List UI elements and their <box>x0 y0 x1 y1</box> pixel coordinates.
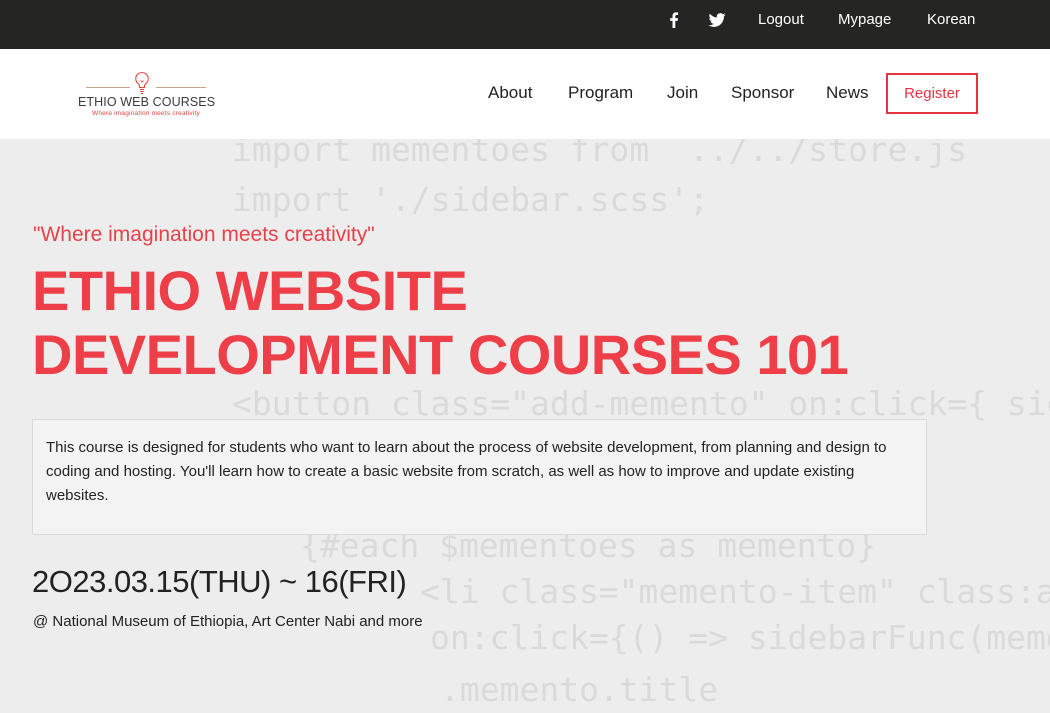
nav-program[interactable]: Program <box>568 82 633 104</box>
twitter-icon[interactable] <box>707 10 727 30</box>
hero-title-line-2: DEVELOPMENT COURSES 101 <box>32 323 849 386</box>
top-bar: Logout Mypage Korean <box>0 0 1050 49</box>
logo-rule-left <box>86 87 130 88</box>
event-venue: @ National Museum of Ethiopia, Art Cente… <box>33 613 423 630</box>
nav-news[interactable]: News <box>826 82 869 104</box>
hero-section: import mementoes from ../../store.js imp… <box>0 139 1050 713</box>
mypage-link[interactable]: Mypage <box>838 10 891 30</box>
facebook-icon[interactable] <box>664 10 684 30</box>
nav-sponsor[interactable]: Sponsor <box>731 82 794 104</box>
register-button[interactable]: Register <box>886 73 978 114</box>
logo-rule-right <box>156 87 206 88</box>
language-korean-link[interactable]: Korean <box>927 10 975 30</box>
main-navbar: ETHIO WEB COURSES Where imagination meet… <box>0 49 1050 139</box>
nav-join[interactable]: Join <box>667 82 698 104</box>
hero-title-line-1: ETHIO WEBSITE <box>32 259 468 322</box>
nav-about[interactable]: About <box>488 82 532 104</box>
site-logo[interactable]: ETHIO WEB COURSES Where imagination meet… <box>78 69 216 121</box>
hero-title: ETHIO WEBSITE DEVELOPMENT COURSES 101 <box>32 259 849 387</box>
logout-link[interactable]: Logout <box>758 10 804 30</box>
lightbulb-icon <box>135 71 149 95</box>
course-description: This course is designed for students who… <box>32 419 927 535</box>
hero-tagline: "Where imagination meets creativity" <box>33 223 375 246</box>
event-date: 2O23.03.15(THU) ~ 16(FRI) <box>32 564 407 599</box>
logo-title: ETHIO WEB COURSES <box>78 95 216 109</box>
logo-tagline: Where imagination meets creativity <box>92 110 200 117</box>
